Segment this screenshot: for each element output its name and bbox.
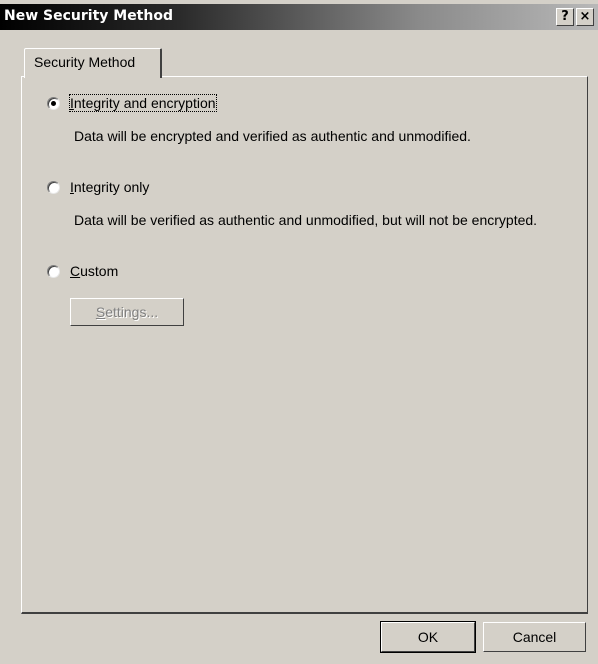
help-button[interactable]: ? <box>556 8 574 26</box>
option-description-integrity-and-encryption: Data will be encrypted and verified as a… <box>74 128 471 144</box>
close-icon: × <box>579 9 591 24</box>
window-title: New Security Method <box>4 8 173 24</box>
radio-label-custom[interactable]: Custom <box>70 263 118 279</box>
mnemonic-underline: S <box>95 304 106 320</box>
cancel-button[interactable]: Cancel <box>483 622 586 652</box>
option-description-integrity-only: Data will be verified as authentic and u… <box>74 212 538 228</box>
radio-custom[interactable] <box>47 265 60 278</box>
tab-security-method[interactable]: Security Method <box>24 48 162 78</box>
dialog-window: New Security Method ? × Security Method … <box>0 0 598 664</box>
tab-panel <box>21 76 588 614</box>
option-label-text: ntegrity and encryption <box>73 95 216 111</box>
option-label-text: ntegrity only <box>73 179 150 195</box>
radio-integrity-only[interactable] <box>47 181 60 194</box>
radio-integrity-and-encryption[interactable] <box>47 97 60 110</box>
tab-label: Security Method <box>34 54 136 70</box>
radio-selected-dot <box>51 101 56 106</box>
close-button[interactable]: × <box>576 8 594 26</box>
option-label-text: ustom <box>80 263 119 279</box>
radio-label-integrity-only[interactable]: Integrity only <box>70 179 149 195</box>
settings-button[interactable]: Settings... <box>70 298 184 326</box>
ok-button[interactable]: OK <box>380 621 476 653</box>
settings-button-label: ettings... <box>105 304 159 320</box>
radio-label-integrity-and-encryption[interactable]: Integrity and encryption <box>69 94 217 112</box>
title-bar: New Security Method ? × <box>0 4 598 30</box>
help-icon: ? <box>561 9 569 24</box>
mnemonic-underline: C <box>70 263 81 279</box>
